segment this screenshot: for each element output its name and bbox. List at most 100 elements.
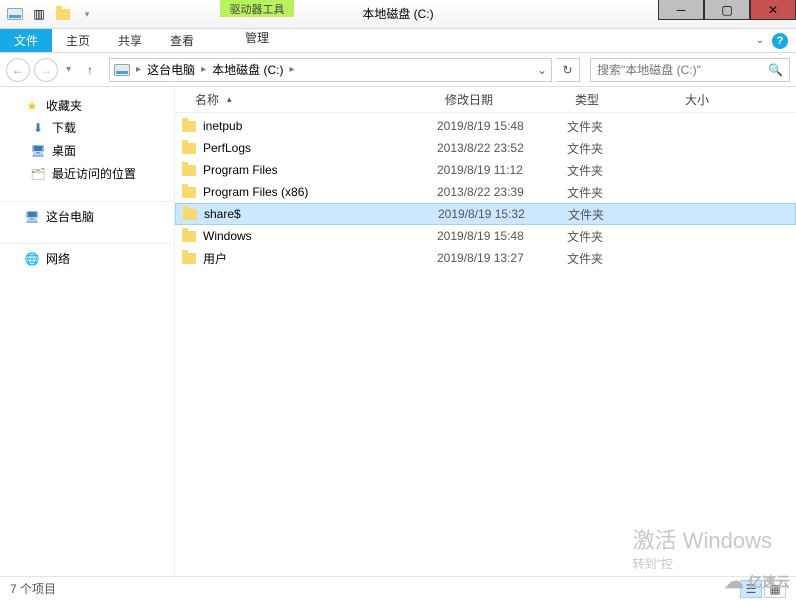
- column-headers: 名称 ▴ 修改日期 类型 大小: [175, 87, 796, 113]
- address-dropdown-icon[interactable]: ⌄: [537, 63, 547, 77]
- file-name: Program Files (x86): [203, 185, 308, 199]
- file-row[interactable]: PerfLogs 2013/8/22 23:52文件夹: [175, 137, 796, 159]
- navbar: ← → ▾ ↑ ▸ 这台电脑 ▸ 本地磁盘 (C:) ▸ ⌄ ↻ 🔍: [0, 53, 796, 87]
- file-type: 文件夹: [567, 140, 677, 157]
- qat-newfolder-icon[interactable]: [52, 3, 74, 25]
- star-icon: ★: [24, 98, 40, 114]
- sort-asc-icon: ▴: [227, 94, 232, 105]
- network-icon: 🌐: [24, 251, 40, 267]
- up-button[interactable]: ↑: [79, 59, 101, 81]
- sidebar-item-desktop[interactable]: 🖥 桌面: [0, 139, 174, 162]
- file-row[interactable]: Program Files (x86) 2013/8/22 23:39文件夹: [175, 181, 796, 203]
- file-type: 文件夹: [567, 250, 677, 267]
- file-name: Program Files: [203, 163, 278, 177]
- search-box[interactable]: 🔍: [590, 58, 790, 82]
- folder-icon: [181, 250, 197, 266]
- status-count: 7 个项目: [10, 580, 56, 597]
- brand-label: 亿速云: [748, 572, 790, 592]
- file-type: 文件夹: [567, 162, 677, 179]
- file-type: 文件夹: [567, 228, 677, 245]
- cloud-icon: ☁: [724, 569, 744, 594]
- minimize-button[interactable]: ─: [658, 0, 704, 20]
- col-date-label: 修改日期: [445, 91, 493, 108]
- col-size[interactable]: 大小: [677, 87, 757, 112]
- breadcrumb-sep-icon: ▸: [287, 64, 296, 75]
- recent-icon: 🗂: [30, 166, 46, 182]
- file-date: 2019/8/19 15:48: [437, 229, 567, 243]
- file-row[interactable]: 用户 2019/8/19 13:27文件夹: [175, 247, 796, 269]
- refresh-button[interactable]: ↻: [556, 58, 580, 82]
- ribbon: 文件 主页 共享 查看 管理 ⌄ ?: [0, 29, 796, 53]
- folder-icon: [181, 228, 197, 244]
- sidebar-favorites[interactable]: ★ 收藏夹: [0, 95, 174, 116]
- search-icon[interactable]: 🔍: [768, 63, 783, 77]
- file-name: Windows: [203, 229, 252, 243]
- ribbon-expand-icon[interactable]: ⌄: [756, 35, 764, 46]
- search-input[interactable]: [597, 63, 768, 77]
- sidebar-item-label: 下载: [52, 119, 76, 136]
- maximize-button[interactable]: ▢: [704, 0, 750, 20]
- computer-icon: 🖥: [24, 209, 40, 225]
- address-bar[interactable]: ▸ 这台电脑 ▸ 本地磁盘 (C:) ▸ ⌄: [109, 58, 552, 82]
- file-date: 2019/8/19 11:12: [437, 163, 567, 177]
- file-date: 2019/8/19 15:32: [438, 207, 568, 221]
- forward-button[interactable]: →: [34, 58, 58, 82]
- qat-properties-icon[interactable]: ▥: [28, 3, 50, 25]
- sidebar-this-pc[interactable]: 🖥 这台电脑: [0, 206, 174, 227]
- tab-view[interactable]: 查看: [156, 29, 208, 52]
- sidebar-network-label: 网络: [46, 250, 70, 267]
- col-date[interactable]: 修改日期: [437, 87, 567, 112]
- file-row[interactable]: inetpub2019/8/19 15:48文件夹: [175, 115, 796, 137]
- file-date: 2013/8/22 23:52: [437, 141, 567, 155]
- col-type-label: 类型: [575, 91, 599, 108]
- desktop-icon: 🖥: [30, 143, 46, 159]
- col-name[interactable]: 名称 ▴: [175, 87, 437, 112]
- file-type: 文件夹: [567, 118, 677, 135]
- file-date: 2013/8/22 23:39: [437, 185, 567, 199]
- file-name: 用户: [203, 250, 227, 267]
- sidebar-item-recent[interactable]: 🗂 最近访问的位置: [0, 162, 174, 185]
- close-button[interactable]: ✕: [750, 0, 796, 20]
- file-name: share$: [204, 207, 241, 221]
- file-row[interactable]: Windows 2019/8/19 15:48文件夹: [175, 225, 796, 247]
- status-bar: 7 个项目 ☰ ▦: [0, 576, 796, 600]
- back-button[interactable]: ←: [6, 58, 30, 82]
- tab-manage[interactable]: 管理: [220, 29, 294, 46]
- brand-watermark: ☁ 亿速云: [724, 569, 790, 594]
- sidebar-item-label: 桌面: [52, 142, 76, 159]
- sidebar-network[interactable]: 🌐 网络: [0, 248, 174, 269]
- help-icon[interactable]: ?: [772, 33, 788, 49]
- content-pane: 名称 ▴ 修改日期 类型 大小 inetpub2019/8/19 15:48文件夹…: [175, 87, 796, 576]
- tab-share[interactable]: 共享: [104, 29, 156, 52]
- tab-file[interactable]: 文件: [0, 29, 52, 52]
- sidebar-item-label: 最近访问的位置: [52, 165, 136, 182]
- breadcrumb-this-pc[interactable]: 这台电脑: [147, 61, 195, 78]
- window-controls: ─ ▢ ✕: [658, 0, 796, 28]
- folder-icon: [181, 162, 197, 178]
- col-type[interactable]: 类型: [567, 87, 677, 112]
- contextual-tab-label: 驱动器工具: [220, 0, 294, 17]
- sidebar-item-downloads[interactable]: ⬇ 下载: [0, 116, 174, 139]
- titlebar: ▥ ▾ 驱动器工具 本地磁盘 (C:) ─ ▢ ✕: [0, 0, 796, 29]
- folder-icon: [181, 118, 197, 134]
- folder-icon: [181, 184, 197, 200]
- file-row[interactable]: share$ 2019/8/19 15:32文件夹: [175, 203, 796, 225]
- col-name-label: 名称: [195, 91, 219, 108]
- file-list[interactable]: inetpub2019/8/19 15:48文件夹 PerfLogs 2013/8/…: [175, 113, 796, 576]
- file-row[interactable]: Program Files 2019/8/19 11:12文件夹: [175, 159, 796, 181]
- sidebar-this-pc-label: 这台电脑: [46, 208, 94, 225]
- file-date: 2019/8/19 13:27: [437, 251, 567, 265]
- qat-dropdown-icon[interactable]: ▾: [76, 3, 98, 25]
- tab-home[interactable]: 主页: [52, 29, 104, 52]
- file-type: 文件夹: [568, 206, 678, 223]
- quick-access-toolbar: ▥ ▾: [0, 0, 102, 28]
- breadcrumb-drive-c[interactable]: 本地磁盘 (C:): [212, 61, 283, 78]
- file-name: PerfLogs: [203, 141, 251, 155]
- location-icon: [114, 62, 130, 78]
- file-type: 文件夹: [567, 184, 677, 201]
- app-icon[interactable]: [4, 3, 26, 25]
- file-date: 2019/8/19 15:48: [437, 119, 567, 133]
- folder-icon: [181, 140, 197, 156]
- sidebar-favorites-label: 收藏夹: [46, 97, 82, 114]
- history-dropdown-icon[interactable]: ▾: [62, 64, 75, 75]
